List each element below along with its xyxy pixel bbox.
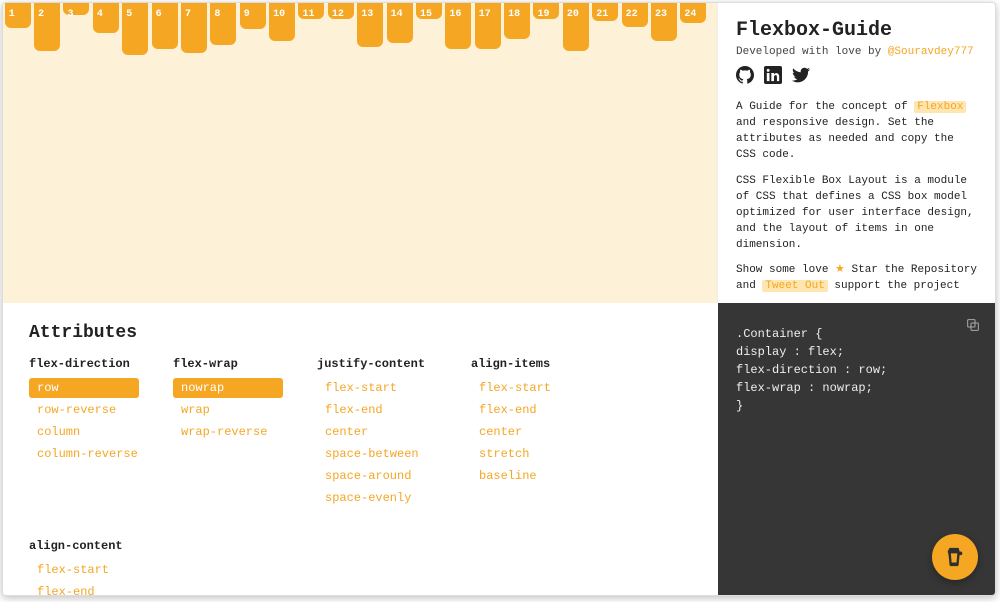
linkedin-icon[interactable] xyxy=(764,66,782,88)
attributes-heading: Attributes xyxy=(29,323,692,343)
author-link[interactable]: @Souravdey777 xyxy=(888,46,974,58)
attr-option[interactable]: space-evenly xyxy=(317,488,427,508)
attr-group-justify-content: justify-contentflex-startflex-endcenters… xyxy=(317,357,457,509)
app-title: Flexbox-Guide xyxy=(736,19,977,42)
demo-box: 20 xyxy=(563,3,589,51)
demo-box: 14 xyxy=(387,3,413,43)
attr-option[interactable]: row-reverse xyxy=(29,400,139,420)
attr-option[interactable]: row xyxy=(29,378,139,398)
code-line: flex-direction : row; xyxy=(736,361,977,379)
demo-box: 5 xyxy=(122,3,148,55)
flex-demo-area: 123456789101112131415161718192021222324 xyxy=(3,3,718,303)
demo-box: 19 xyxy=(533,3,559,19)
attr-group-align-items: align-items flex-startflex-endcenterstret… xyxy=(471,357,601,509)
code-line: flex-wrap : nowrap; xyxy=(736,379,977,397)
demo-box: 15 xyxy=(416,3,442,19)
attr-option[interactable]: center xyxy=(471,422,581,442)
code-line: display : flex; xyxy=(736,343,977,361)
attr-group-flex-direction: flex-direction rowrow-reversecolumncolumn… xyxy=(29,357,159,509)
flexbox-link[interactable]: Flexbox xyxy=(914,101,966,113)
buy-me-coffee-button[interactable] xyxy=(932,534,978,580)
attr-option[interactable]: column-reverse xyxy=(29,444,146,464)
attr-option[interactable]: nowrap xyxy=(173,378,283,398)
attr-heading: flex-direction xyxy=(29,357,159,371)
demo-box: 13 xyxy=(357,3,383,47)
attributes-panel: Attributes flex-directionrowrow-reversec… xyxy=(3,303,718,595)
code-line: } xyxy=(736,397,977,415)
demo-box: 17 xyxy=(475,3,501,49)
attr-heading: flex-wrap xyxy=(173,357,303,371)
intro-p2: CSS Flexible Box Layout is a module of C… xyxy=(736,174,977,254)
attr-option[interactable]: wrap xyxy=(173,400,283,420)
attr-option[interactable]: baseline xyxy=(471,466,581,486)
attr-option[interactable]: space-around xyxy=(317,466,427,486)
intro-p3: Show some love ★ Star the Repository and… xyxy=(736,263,977,295)
demo-box: 12 xyxy=(328,3,354,19)
intro-p1: A Guide for the concept of Flexbox and r… xyxy=(736,100,977,164)
tweet-out-link[interactable]: Tweet Out xyxy=(762,280,827,292)
social-icons xyxy=(736,66,977,88)
demo-box: 16 xyxy=(445,3,471,49)
attr-option[interactable]: wrap-reverse xyxy=(173,422,283,442)
attr-option[interactable]: flex-end xyxy=(471,400,581,420)
attr-group-align-content: align-contentflex-startflex-endcenter xyxy=(29,539,159,595)
attr-option[interactable]: column xyxy=(29,422,139,442)
demo-box: 18 xyxy=(504,3,530,39)
demo-box: 22 xyxy=(622,3,648,27)
twitter-icon[interactable] xyxy=(792,66,810,88)
attr-option[interactable]: space-between xyxy=(317,444,427,464)
demo-box: 7 xyxy=(181,3,207,53)
attr-option[interactable]: flex-start xyxy=(317,378,427,398)
attr-option[interactable]: flex-start xyxy=(29,560,139,580)
attr-option[interactable]: stretch xyxy=(471,444,581,464)
demo-box: 8 xyxy=(210,3,236,45)
attr-heading: align-items xyxy=(471,357,601,371)
info-sidebar: Flexbox-Guide Developed with love by @So… xyxy=(718,3,995,303)
demo-box: 3 xyxy=(63,3,89,15)
attr-group-flex-wrap: flex-wrap nowrapwrapwrap-reverse xyxy=(173,357,303,509)
demo-box: 24 xyxy=(680,3,706,23)
attr-option[interactable]: flex-end xyxy=(29,582,139,595)
demo-box: 23 xyxy=(651,3,677,41)
demo-box: 11 xyxy=(298,3,324,19)
demo-box: 10 xyxy=(269,3,295,41)
attr-option[interactable]: flex-end xyxy=(317,400,427,420)
demo-box: 1 xyxy=(5,3,31,28)
star-icon: ★ xyxy=(835,264,845,276)
attr-option[interactable]: center xyxy=(317,422,427,442)
developed-by: Developed with love by @Souravdey777 xyxy=(736,46,977,58)
demo-box: 4 xyxy=(93,3,119,33)
code-line: .Container { xyxy=(736,325,977,343)
demo-box: 9 xyxy=(240,3,266,29)
attr-heading: align-content xyxy=(29,539,159,553)
attr-option[interactable]: flex-start xyxy=(471,378,581,398)
copy-icon[interactable] xyxy=(965,317,981,333)
demo-box: 2 xyxy=(34,3,60,51)
demo-box: 6 xyxy=(152,3,178,49)
github-icon[interactable] xyxy=(736,66,754,88)
attr-heading: justify-content xyxy=(317,357,457,371)
demo-box: 21 xyxy=(592,3,618,21)
